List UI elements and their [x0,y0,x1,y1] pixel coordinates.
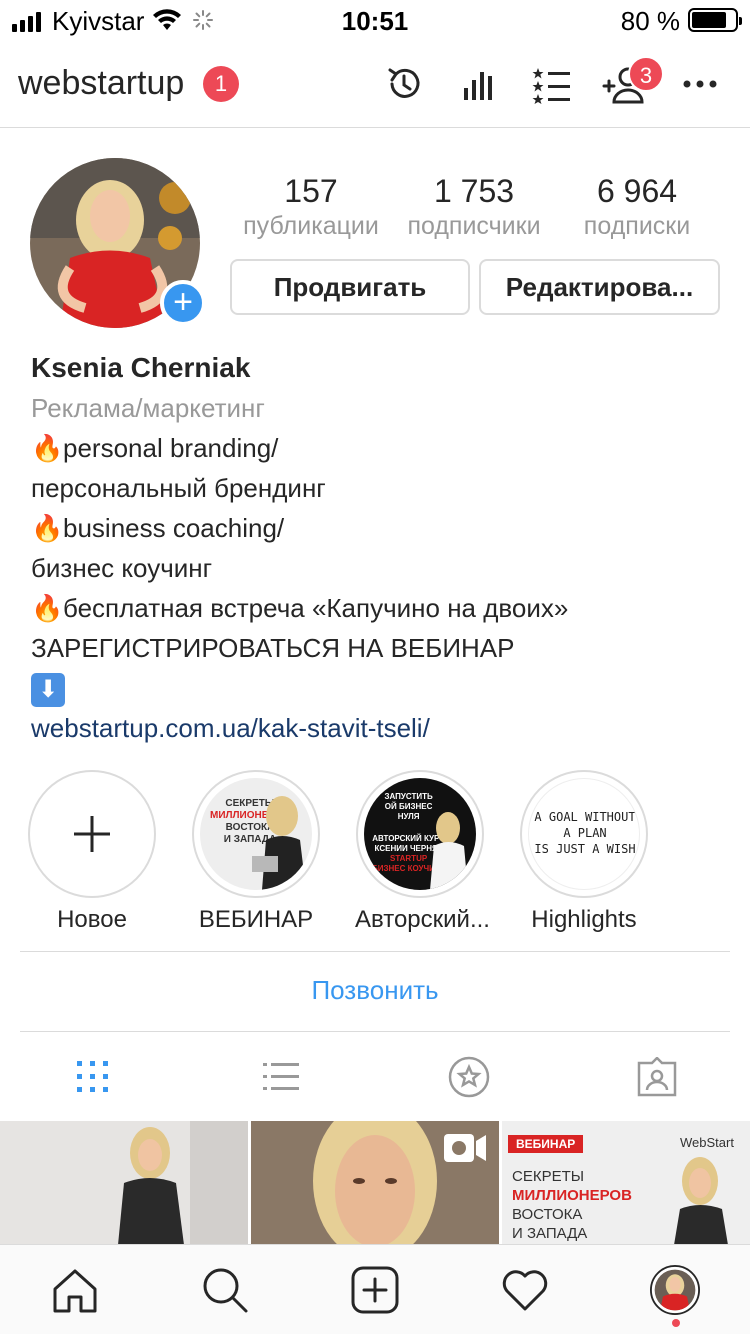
plus-icon [74,816,110,852]
profile-avatar[interactable]: + [30,158,206,328]
follow-requests-badge: 3 [628,56,664,92]
video-icon [443,1133,487,1168]
new-post-icon[interactable] [350,1265,400,1315]
bio-website-link[interactable]: webstartup.com.ua/kak-stavit-tseli/ [31,708,731,748]
profile-notification-dot [672,1319,680,1327]
highlight-cover: СЕКРЕТЫ МИЛЛИОНЕРОВ ВОСТОКА И ЗАПАДА [200,778,312,890]
post-thumbnail[interactable]: ВЕБИНАР WebStart СЕКРЕТЫ МИЛЛИОНЕРОВ ВОС… [502,1121,750,1245]
down-arrow-emoji-icon: ⬇ [31,673,65,708]
tab-saved[interactable] [447,1055,491,1099]
post-thumbnail[interactable] [0,1121,248,1245]
add-story-button[interactable]: + [160,280,206,326]
stat-followers[interactable]: 1 753 подписчики [394,172,554,242]
list-icon [263,1063,299,1090]
bio-line: ⬇ [31,668,731,708]
divider [20,951,730,952]
fire-emoji-icon: 🔥 [31,513,64,543]
more-options-icon[interactable] [678,62,722,106]
highlight-label: Авторский... [355,906,490,933]
highlight-cover: A GOAL WITHOUT A PLAN IS JUST A WISH [528,778,640,890]
stat-followers-value: 1 753 [433,173,515,209]
profile-header: webstartup 1 3 [0,40,750,128]
display-name: Ksenia Cherniak [31,352,251,383]
status-bar: Kyivstar 10:51 80 % [0,0,750,40]
star-icon [448,1056,490,1098]
tab-list-view[interactable] [259,1055,303,1099]
bio-line: 🔥business coaching/ [31,508,731,548]
highlight-label: Highlights [531,906,637,933]
stat-followers-label: подписчики [407,212,541,240]
highlight-quote[interactable]: A GOAL WITHOUT A PLAN IS JUST A WISH Hig… [519,770,649,934]
profile-category[interactable]: Реклама/маркетинг [31,388,731,428]
fire-emoji-icon: 🔥 [31,593,64,623]
archive-icon[interactable] [382,62,426,106]
post-thumbnail[interactable] [251,1121,499,1245]
bio-line: 🔥personal branding/ [31,428,731,468]
stat-posts-label: публикации [243,212,379,240]
highlight-new[interactable]: Новое [27,770,157,934]
insights-icon[interactable] [456,62,500,106]
bio-line: персональный брендинг [31,473,326,503]
bio-line: бизнес коучинг [31,553,213,583]
highlight-webinar[interactable]: СЕКРЕТЫ МИЛЛИОНЕРОВ ВОСТОКА И ЗАПАДА ВЕБ… [191,770,321,934]
stat-posts[interactable]: 157 публикации [231,172,391,242]
stat-posts-value: 157 [284,173,338,209]
highlight-label: Новое [57,906,127,933]
bio-line: ЗАРЕГИСТРИРОВАТЬСЯ НА ВЕБИНАР [31,633,515,663]
grid-icon [77,1061,108,1092]
battery-percent: 80 % [620,6,680,36]
profile-tab-avatar[interactable] [650,1265,700,1315]
search-icon[interactable] [200,1265,250,1315]
tagged-person-icon [637,1057,677,1097]
battery-icon [688,8,742,32]
new-highlight-circle [28,770,156,898]
activity-heart-icon[interactable] [500,1265,550,1315]
highlight-label: ВЕБИНАР [198,906,314,933]
tab-grid-view[interactable] [71,1055,115,1099]
promote-button[interactable]: Продвигать [230,259,470,315]
divider [20,1031,730,1032]
home-icon[interactable] [50,1265,100,1315]
tab-tagged[interactable] [635,1055,679,1099]
bio-line: 🔥бесплатная встреча «Капучино на двоих» [31,588,731,628]
username-title[interactable]: webstartup [18,64,184,103]
stat-following-label: подписки [583,212,691,240]
fire-emoji-icon: 🔥 [31,433,64,463]
highlight-cover: ЗАПУСТИТЬ ОЙ БИЗНЕС НУЛЯ АВТОРСКИЙ КУРС … [364,778,476,890]
bottom-navigation [0,1244,750,1334]
close-friends-list-icon[interactable] [530,62,574,106]
edit-profile-button[interactable]: Редактирова... [479,259,720,315]
highlight-author-course[interactable]: ЗАПУСТИТЬ ОЙ БИЗНЕС НУЛЯ АВТОРСКИЙ КУРС … [355,770,490,934]
call-button[interactable]: Позвонить [0,975,750,1006]
account-notification-badge: 1 [203,66,239,102]
stat-following[interactable]: 6 964 подписки [557,172,717,242]
profile-bio: Ksenia Cherniak Реклама/маркетинг 🔥perso… [31,348,731,748]
stat-following-value: 6 964 [596,173,678,209]
